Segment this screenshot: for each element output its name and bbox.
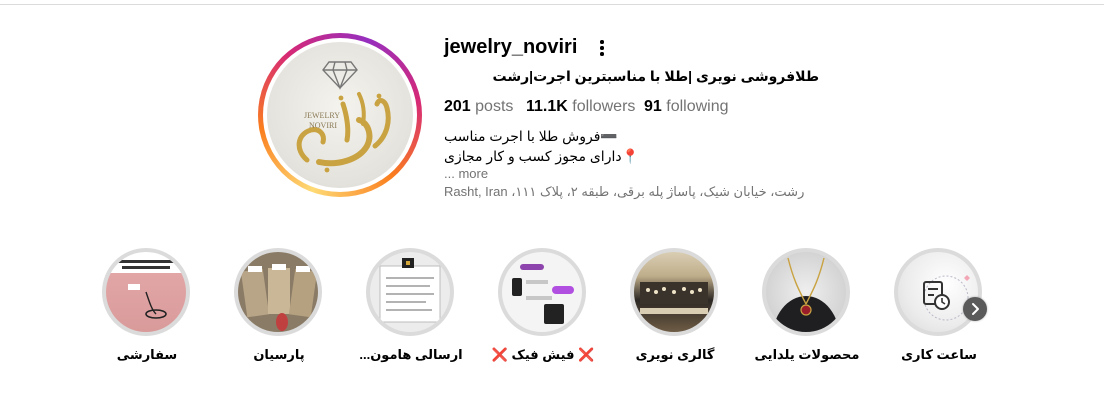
calligraphy-mark bbox=[296, 92, 391, 173]
profile-full-name: طلافروشی نویری |طلا با مناسبترین اجرت|رش… bbox=[492, 68, 819, 84]
bio-address: رشت، خیابان شیک، پاساژ پله برقی، طبقه ۲،… bbox=[444, 184, 805, 199]
highlight-label: محصولات یلدایی bbox=[754, 347, 860, 362]
chevron-right-icon bbox=[972, 303, 979, 315]
posts-label: posts bbox=[475, 98, 514, 115]
followers-count: 11.1K bbox=[526, 98, 568, 115]
following-count: 91 bbox=[644, 98, 662, 115]
more-options-icon bbox=[600, 40, 604, 44]
highlight-label: ارسالی هامون... bbox=[359, 347, 463, 362]
highlight-label: ❌ فیش فیک ❌ bbox=[491, 347, 595, 362]
profile-username: jewelry_noviri bbox=[444, 36, 578, 58]
red-x-icon: ❌ bbox=[578, 347, 595, 362]
highlight-cover[interactable] bbox=[498, 248, 586, 336]
shipping-document bbox=[379, 258, 441, 323]
more-options-button[interactable] bbox=[596, 38, 608, 58]
highlight-cover[interactable] bbox=[894, 248, 982, 336]
receipt-screenshot bbox=[512, 264, 574, 324]
diamond-icon bbox=[322, 61, 358, 90]
posts-stat[interactable]: 201 posts bbox=[444, 98, 513, 116]
custom-order-photo bbox=[118, 260, 174, 319]
logo-graphic: JEWELRY NOVIRI bbox=[296, 61, 391, 173]
gallery-photo bbox=[640, 282, 708, 314]
highlight-cover[interactable] bbox=[102, 248, 190, 336]
highlight-cover[interactable] bbox=[630, 248, 718, 336]
necklace-photo bbox=[772, 257, 840, 332]
highlight-cover[interactable] bbox=[234, 248, 322, 336]
svg-text:JEWELRY: JEWELRY bbox=[304, 111, 340, 120]
posts-count: 201 bbox=[444, 98, 471, 115]
highlight-label: ساعت کاری bbox=[901, 347, 977, 362]
highlights-next-button[interactable] bbox=[963, 297, 987, 321]
highlight-cover[interactable] bbox=[762, 248, 850, 336]
profile-avatar[interactable]: JEWELRY NOVIRI bbox=[258, 33, 422, 197]
highlight-label: پارسیان bbox=[253, 347, 305, 362]
following-label: following bbox=[666, 98, 729, 115]
followers-stat[interactable]: 11.1K followers bbox=[526, 98, 635, 116]
avatar-logo-image: JEWELRY NOVIRI bbox=[267, 42, 413, 188]
card-photo bbox=[240, 264, 318, 331]
bio-line: ➖فروش طلا با اجرت مناسب bbox=[444, 128, 618, 144]
top-divider bbox=[0, 4, 1104, 5]
bio-line: 📍دارای مجوز کسب و کار مجازی bbox=[444, 148, 640, 164]
following-stat[interactable]: 91 following bbox=[644, 98, 729, 116]
svg-text:NOVIRI: NOVIRI bbox=[309, 121, 337, 130]
red-x-icon: ❌ bbox=[491, 347, 508, 362]
followers-label: followers bbox=[572, 98, 636, 115]
bio-more-link[interactable]: ... more bbox=[444, 166, 488, 181]
highlight-cover[interactable] bbox=[366, 248, 454, 336]
highlight-label: سفارشی bbox=[116, 347, 178, 362]
highlight-label: گالری نویری bbox=[635, 347, 715, 362]
